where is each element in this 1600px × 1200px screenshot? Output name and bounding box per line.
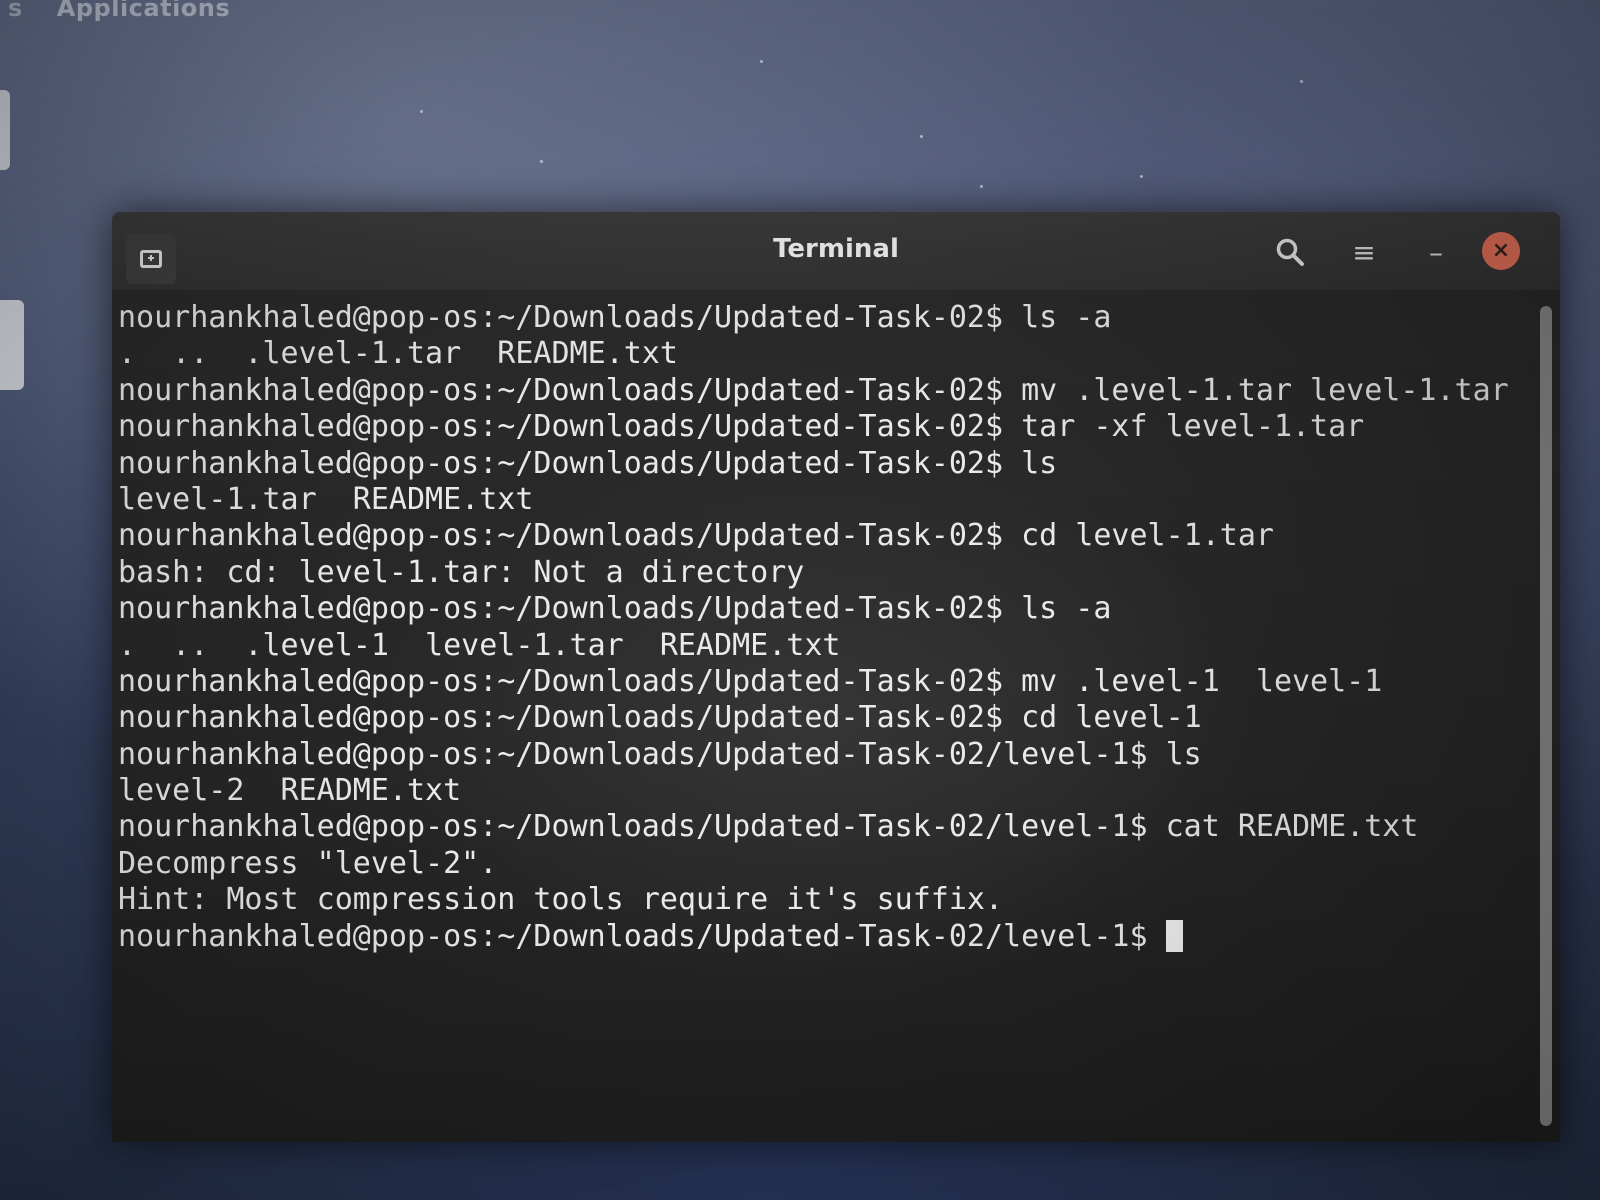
terminal-line: level-1.tar README.txt — [118, 482, 1520, 518]
close-icon: × — [1491, 238, 1511, 263]
dock-item[interactable] — [0, 300, 24, 390]
terminal-line: nourhankhaled@pop-os:~/Downloads/Updated… — [118, 446, 1520, 482]
terminal-line: nourhankhaled@pop-os:~/Downloads/Updated… — [118, 700, 1520, 736]
terminal-line-text: nourhankhaled@pop-os:~/Downloads/Updated… — [118, 518, 1274, 554]
terminal-line-text: nourhankhaled@pop-os:~/Downloads/Updated… — [118, 809, 1419, 845]
terminal-line: . .. .level-1.tar README.txt — [118, 336, 1520, 372]
desktop-background: s Applications Terminal ≡ – × nourhankha… — [0, 0, 1600, 1200]
terminal-line-text: level-2 README.txt — [118, 773, 462, 809]
search-button[interactable] — [1270, 232, 1310, 272]
terminal-line-text: nourhankhaled@pop-os:~/Downloads/Updated… — [118, 591, 1112, 627]
terminal-line-text: nourhankhaled@pop-os:~/Downloads/Updated… — [118, 372, 1509, 408]
title-bar[interactable]: Terminal ≡ – × — [112, 212, 1560, 290]
terminal-line: nourhankhaled@pop-os:~/Downloads/Updated… — [118, 591, 1520, 627]
terminal-line-text: Hint: Most compression tools require it'… — [118, 882, 1004, 918]
terminal-line: nourhankhaled@pop-os:~/Downloads/Updated… — [118, 373, 1520, 409]
applications-menu[interactable]: Applications — [57, 0, 230, 22]
terminal-output[interactable]: nourhankhaled@pop-os:~/Downloads/Updated… — [118, 300, 1520, 1122]
terminal-line-text: . .. .level-1 level-1.tar README.txt — [118, 627, 841, 663]
search-icon — [1276, 238, 1304, 266]
terminal-line: nourhankhaled@pop-os:~/Downloads/Updated… — [118, 300, 1520, 336]
terminal-line: nourhankhaled@pop-os:~/Downloads/Updated… — [118, 664, 1520, 700]
terminal-line-text: nourhankhaled@pop-os:~/Downloads/Updated… — [118, 700, 1202, 736]
terminal-line-text: nourhankhaled@pop-os:~/Downloads/Updated… — [118, 663, 1383, 699]
terminal-line: nourhankhaled@pop-os:~/Downloads/Updated… — [118, 809, 1520, 845]
dock-item[interactable] — [0, 90, 10, 170]
terminal-line-text: nourhankhaled@pop-os:~/Downloads/Updated… — [118, 736, 1202, 772]
terminal-line: level-2 README.txt — [118, 773, 1520, 809]
terminal-line-text: nourhankhaled@pop-os:~/Downloads/Updated… — [118, 918, 1166, 954]
hamburger-menu-icon: ≡ — [1352, 235, 1376, 269]
terminal-line-text: Decompress "level-2". — [118, 845, 498, 881]
terminal-line: . .. .level-1 level-1.tar README.txt — [118, 628, 1520, 664]
window-title: Terminal — [773, 234, 899, 264]
terminal-line: nourhankhaled@pop-os:~/Downloads/Updated… — [118, 518, 1520, 554]
terminal-line: nourhankhaled@pop-os:~/Downloads/Updated… — [118, 409, 1520, 445]
terminal-line: bash: cd: level-1.tar: Not a directory — [118, 555, 1520, 591]
terminal-line-text: nourhankhaled@pop-os:~/Downloads/Updated… — [118, 409, 1365, 445]
top-bar: s Applications — [8, 0, 230, 22]
close-button[interactable]: × — [1482, 232, 1520, 270]
terminal-line-text: nourhankhaled@pop-os:~/Downloads/Updated… — [118, 300, 1112, 335]
minimize-button[interactable]: – — [1416, 232, 1456, 272]
terminal-line-text: level-1.tar README.txt — [118, 481, 534, 517]
minimize-icon: – — [1429, 235, 1443, 269]
terminal-line: Hint: Most compression tools require it'… — [118, 882, 1520, 918]
terminal-line: nourhankhaled@pop-os:~/Downloads/Updated… — [118, 919, 1520, 955]
terminal-line-text: bash: cd: level-1.tar: Not a directory — [118, 554, 805, 590]
terminal-line: nourhankhaled@pop-os:~/Downloads/Updated… — [118, 737, 1520, 773]
terminal-line-text: nourhankhaled@pop-os:~/Downloads/Updated… — [118, 445, 1058, 481]
terminal-line: Decompress "level-2". — [118, 846, 1520, 882]
terminal-line-text: . .. .level-1.tar README.txt — [118, 336, 678, 372]
terminal-window: Terminal ≡ – × nourhankhaled@pop-os:~/Do… — [112, 212, 1560, 1142]
scrollbar[interactable] — [1540, 306, 1552, 1126]
menu-button[interactable]: ≡ — [1344, 232, 1384, 272]
text-cursor — [1165, 919, 1183, 952]
top-bar-fragment[interactable]: s — [8, 0, 23, 22]
